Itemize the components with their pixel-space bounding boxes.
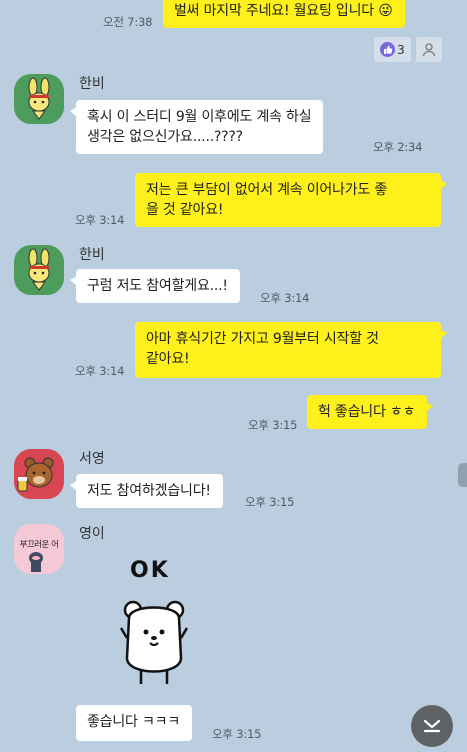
message-time: 오후 3:15	[245, 495, 295, 509]
thumbs-up-icon	[380, 42, 396, 57]
message-bubble[interactable]: 벌써 마지막 주네요! 월요팅 입니다 😜	[163, 0, 405, 28]
message-time: 오전 7:38	[103, 15, 153, 29]
message-text-line: 저는 큰 부담이 없어서 계속 이어나가도 좋	[146, 182, 388, 198]
sender-name: 영이	[79, 526, 105, 542]
message-text-line: 혹시 이 스터디 9월 이후에도 계속 하실	[87, 109, 312, 125]
message-time: 오후 2:34	[373, 140, 423, 154]
message-time: 오후 3:15	[248, 418, 298, 432]
avatar[interactable]	[14, 74, 64, 124]
person-icon	[422, 42, 436, 56]
message-text-line: 생각은 없으신가요.....????	[87, 129, 243, 145]
sticker[interactable]: OK	[117, 558, 191, 688]
wink-emoji: 😜	[378, 3, 393, 19]
message-bubble[interactable]: 헉 좋습니다 ㅎㅎ	[307, 395, 434, 429]
sender-name: 한비	[79, 76, 105, 92]
message-bubble[interactable]: 좋습니다 ㅋㅋㅋ	[76, 705, 193, 741]
avatar[interactable]	[14, 245, 64, 295]
reaction-count: 3	[397, 42, 405, 57]
sender-name: 한비	[79, 247, 105, 263]
polar-bear-sticker-icon	[119, 600, 189, 684]
rabbit-character-icon	[28, 248, 50, 291]
message-text-line: 아마 휴식기간 가지고 9월부터 시작할 것	[146, 331, 379, 347]
message-bubble[interactable]: 아마 휴식기간 가지고 9월부터 시작할 것 같아요!	[135, 322, 447, 378]
scroll-to-bottom-button[interactable]	[411, 705, 453, 747]
message-bubble[interactable]: 혹시 이 스터디 9월 이후에도 계속 하실 생각은 없으신가요.....???…	[69, 100, 324, 154]
message-bubble[interactable]: 저도 참여하겠습니다!	[70, 474, 223, 508]
sticker-text: OK	[130, 558, 170, 583]
reaction-members-button[interactable]	[416, 37, 442, 62]
rabbit-character-icon	[28, 77, 50, 120]
message-text-line: 같아요!	[146, 351, 190, 367]
message-time: 오후 3:14	[75, 213, 125, 227]
message-bubble[interactable]: 구럼 저도 참여할게요...!	[70, 269, 240, 303]
message-time: 오후 3:14	[260, 291, 310, 305]
message-text-line: 을 것 같아요!	[146, 202, 224, 218]
bear-character-icon	[17, 457, 54, 492]
message-text: 벌써 마지막 주네요! 월요팅 입니다	[174, 3, 379, 19]
blushing-character-icon	[29, 552, 43, 572]
message-time: 오후 3:15	[212, 727, 262, 741]
chevron-down-icon	[423, 719, 441, 733]
sender-name: 서영	[79, 451, 105, 467]
message-bubble[interactable]: 저는 큰 부담이 없어서 계속 이어나가도 좋 을 것 같아요!	[135, 173, 447, 227]
avatar[interactable]: 부끄러운 어	[14, 524, 64, 574]
avatar[interactable]	[14, 449, 64, 499]
like-reaction-button[interactable]: 3	[374, 37, 411, 62]
scrollbar-thumb[interactable]	[458, 463, 467, 487]
message-time: 오후 3:14	[75, 364, 125, 378]
